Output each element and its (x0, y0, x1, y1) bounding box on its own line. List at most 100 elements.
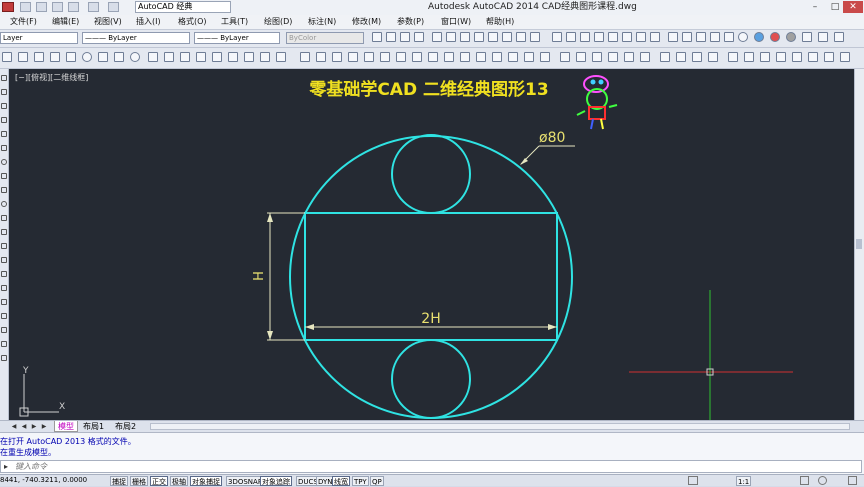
copy-icon[interactable] (316, 52, 326, 62)
subtract-icon[interactable] (744, 52, 754, 62)
menu-draw[interactable]: 绘图(D) (264, 16, 292, 28)
otrack-toggle[interactable]: 对象追踪 (260, 476, 292, 486)
grid-toggle[interactable]: 栅格 (130, 476, 148, 486)
more-tool-icon[interactable] (1, 355, 7, 361)
lights-icon[interactable] (724, 32, 734, 42)
revcloud-icon[interactable] (98, 52, 108, 62)
stretch-icon[interactable] (428, 52, 438, 62)
pyramid-icon[interactable] (640, 52, 650, 62)
horizontal-scrollbar[interactable] (150, 423, 850, 430)
point-tool-icon[interactable] (1, 257, 7, 263)
tab-next-button[interactable]: ▶ (30, 422, 38, 431)
shade-icon[interactable] (696, 32, 706, 42)
menu-insert[interactable]: 插入(I) (136, 16, 161, 28)
zoom-realtime-icon[interactable] (372, 32, 382, 42)
sphere-icon[interactable] (738, 32, 748, 42)
osnap-toggle[interactable]: 对象捕捉 (190, 476, 222, 486)
dim-arc-icon[interactable] (460, 32, 470, 42)
shell-icon[interactable] (824, 52, 834, 62)
polar-toggle[interactable]: 极轴 (170, 476, 188, 486)
workspace-switch-icon[interactable] (688, 476, 698, 485)
erase-icon[interactable] (300, 52, 310, 62)
open-icon[interactable] (36, 2, 47, 12)
add-tool-icon[interactable] (1, 341, 7, 347)
menu-parametric[interactable]: 参数(P) (397, 16, 424, 28)
ellipse-arc-tool-icon[interactable] (1, 215, 7, 221)
triangle-icon[interactable] (34, 52, 44, 62)
isolate-icon[interactable] (818, 476, 827, 485)
render-icon[interactable] (682, 32, 692, 42)
tab-model[interactable]: 模型 (54, 421, 78, 432)
walk-icon[interactable] (818, 32, 828, 42)
dim-angular-icon[interactable] (516, 32, 526, 42)
menu-dimension[interactable]: 标注(N) (308, 16, 336, 28)
zoom-window-icon[interactable] (386, 32, 396, 42)
interfere-icon[interactable] (808, 52, 818, 62)
view-back-icon[interactable] (622, 32, 632, 42)
new-icon[interactable] (20, 2, 31, 12)
command-input[interactable]: ▸ 键入命令 (0, 460, 862, 473)
camera-icon[interactable] (802, 32, 812, 42)
zoom-previous-icon[interactable] (400, 32, 410, 42)
chamfer-icon[interactable] (508, 52, 518, 62)
block-tool-icon[interactable] (1, 243, 7, 249)
view-bottom-icon[interactable] (636, 32, 646, 42)
drawing-viewport[interactable]: [−][俯视][二维线框] 零基础学CAD 二维经典图形13 ø80 H 2H … (9, 69, 854, 420)
annotation-scale[interactable]: 1:1 (736, 476, 752, 486)
clean-screen-icon[interactable] (848, 476, 857, 485)
union-icon[interactable] (728, 52, 738, 62)
gray-sphere-icon[interactable] (786, 32, 796, 42)
region-tool-icon[interactable] (1, 299, 7, 305)
polygon-icon[interactable] (18, 52, 28, 62)
make-block-icon[interactable] (164, 52, 174, 62)
table-tool-icon[interactable] (1, 313, 7, 319)
snap-toggle[interactable]: 捕捉 (110, 476, 128, 486)
color-dropdown[interactable]: ——— ByLayer (82, 32, 190, 44)
join-icon[interactable] (492, 52, 502, 62)
extrude-icon[interactable] (660, 52, 670, 62)
move-icon[interactable] (380, 52, 390, 62)
tab-layout1[interactable]: 布局1 (80, 421, 107, 432)
region-icon[interactable] (228, 52, 238, 62)
3dosnap-toggle[interactable]: 3DOSNAP (226, 476, 265, 486)
minimize-button[interactable]: – (805, 1, 825, 13)
menu-edit[interactable]: 编辑(E) (52, 16, 79, 28)
tab-prev-button[interactable]: ◀ (20, 422, 28, 431)
xline-tool-icon[interactable] (1, 89, 7, 95)
check-icon[interactable] (840, 52, 850, 62)
scale-icon[interactable] (412, 52, 422, 62)
save-icon[interactable] (52, 2, 63, 12)
revcloud-tool-icon[interactable] (1, 173, 7, 179)
pan-icon[interactable] (414, 32, 424, 42)
view-left-icon[interactable] (580, 32, 590, 42)
redo-icon[interactable] (108, 2, 119, 12)
line-icon[interactable] (2, 52, 12, 62)
pline-tool-icon[interactable] (1, 103, 7, 109)
circle-tool-icon[interactable] (1, 159, 7, 165)
revolve-icon[interactable] (676, 52, 686, 62)
line-tool-icon[interactable] (1, 75, 7, 81)
view-top-icon[interactable] (552, 32, 562, 42)
visual-style-icon[interactable] (668, 32, 678, 42)
tab-first-button[interactable]: ◀ (10, 422, 18, 431)
insert-block-icon[interactable] (148, 52, 158, 62)
view-front-icon[interactable] (566, 32, 576, 42)
menu-help[interactable]: 帮助(H) (486, 16, 514, 28)
trim-icon[interactable] (444, 52, 454, 62)
qp-toggle[interactable]: QP (370, 476, 384, 486)
view-iso-icon[interactable] (608, 32, 618, 42)
dim-diameter-icon[interactable] (502, 32, 512, 42)
vertical-scrollbar[interactable] (854, 69, 864, 420)
spline-icon[interactable] (114, 52, 124, 62)
undo-icon[interactable] (88, 2, 99, 12)
rectangle-icon[interactable] (50, 52, 60, 62)
spline-tool-icon[interactable] (1, 187, 7, 193)
cone-icon[interactable] (592, 52, 602, 62)
ucs-icon[interactable] (650, 32, 660, 42)
offset-icon[interactable] (348, 52, 358, 62)
extend-icon[interactable] (460, 52, 470, 62)
linetype-dropdown[interactable]: ——— ByLayer (194, 32, 280, 44)
dim-baseline-icon[interactable] (530, 32, 540, 42)
torus-icon[interactable] (624, 52, 634, 62)
cylinder-icon[interactable] (576, 52, 586, 62)
